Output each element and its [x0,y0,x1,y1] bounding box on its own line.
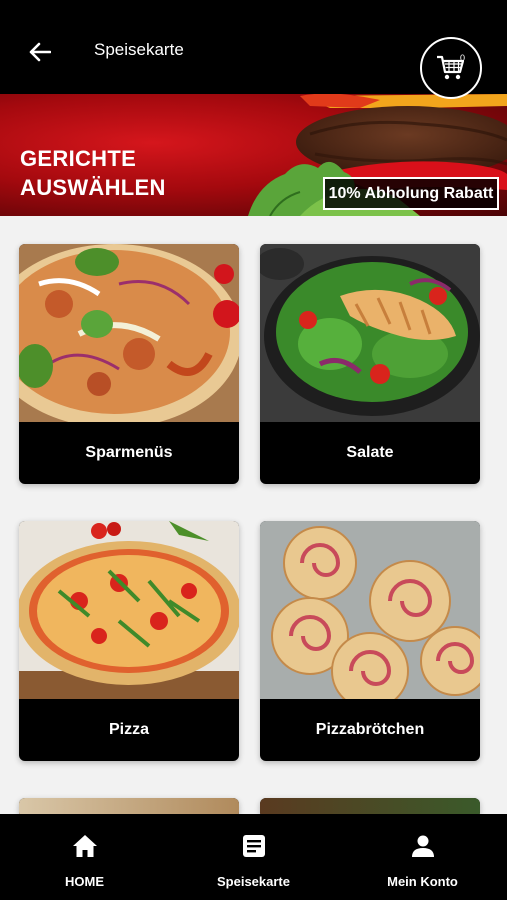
cart-count-badge: 0 [460,53,466,63]
banner-title-line2: AUSWÄHLEN [20,175,166,200]
back-button[interactable] [22,34,58,70]
category-card-pizzabroetchen[interactable]: Pizzabrötchen [260,521,480,761]
nav-home[interactable]: HOME [0,814,169,900]
home-icon [71,832,99,860]
salad-image [260,244,480,422]
category-card-sparmenues[interactable]: Sparmenüs [19,244,239,484]
discount-badge: 10% Abholung Rabatt [323,177,499,210]
cart-button[interactable]: 0 [420,37,482,99]
category-label: Pizza [108,721,149,738]
menu-list-icon [240,832,268,860]
nav-home-label: HOME [65,874,104,889]
arrow-left-icon [29,42,51,62]
category-label: Salate [346,444,394,461]
category-card-salate[interactable]: Salate [260,244,480,484]
nav-speisekarte-label: Speisekarte [217,874,290,889]
category-label: Pizzabrötchen [315,721,425,738]
nav-mein-konto[interactable]: Mein Konto [338,814,507,900]
pizza-rolls-image [260,521,480,699]
pizza-image [19,521,239,699]
banner-title: GERICHTE AUSWÄHLEN [20,144,166,202]
category-card-pizza[interactable]: Pizza [19,521,239,761]
user-icon [409,832,437,860]
category-label: Sparmenüs [85,444,173,461]
pizza-doener-image [19,244,239,422]
banner-title-line1: GERICHTE [20,146,137,171]
nav-mein-konto-label: Mein Konto [387,874,458,889]
page-title: Speisekarte [94,40,184,59]
nav-speisekarte[interactable]: Speisekarte [169,814,338,900]
bottom-navigation: HOME Speisekarte Mein Konto [0,814,507,900]
app-screen: Speisekarte 0 GERICHTE AUSWÄHLEN 10% Abh… [0,0,507,900]
